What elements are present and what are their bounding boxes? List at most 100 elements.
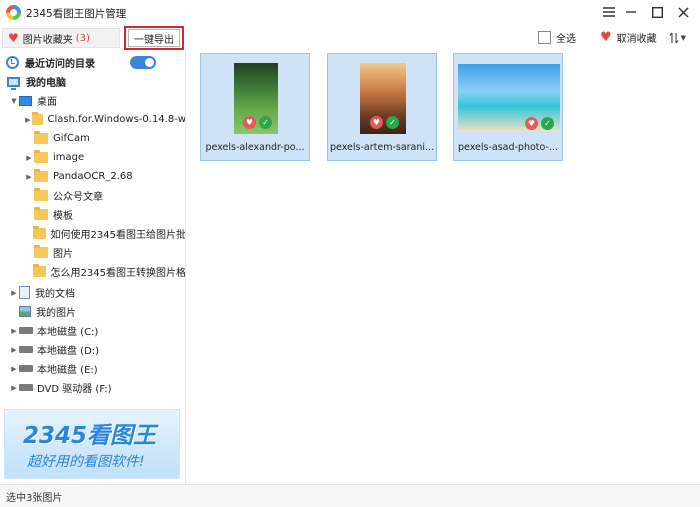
unfavorite-button[interactable]: ♥ 取消收藏: [600, 30, 657, 45]
favorites-count: (3): [75, 32, 90, 44]
desktop-label: 桌面: [37, 97, 57, 108]
export-button[interactable]: 一键导出: [128, 29, 180, 47]
picture-icon: [19, 306, 31, 317]
check-icon[interactable]: ✓: [386, 116, 399, 129]
chevron-down-icon: ▼: [680, 33, 686, 42]
ad-banner[interactable]: 2345看图王 超好用的看图软件!: [4, 409, 180, 479]
sidebar-item-recent[interactable]: 最近访问的目录: [0, 53, 185, 72]
gallery: ♥ ✓ pexels-alexandr-po... ♥ ✓ pexels-art…: [187, 51, 700, 484]
favorites-folder-button[interactable]: ♥ 图片收藏夹 (3): [2, 28, 120, 48]
folder-icon: [32, 226, 46, 239]
folder-icon: [34, 188, 48, 201]
favorite-icon[interactable]: ♥: [370, 116, 383, 129]
select-all-checkbox[interactable]: [537, 31, 551, 44]
expand-right-icon[interactable]: ▶: [9, 289, 19, 297]
photo-forest-path: [360, 63, 406, 134]
favorite-icon[interactable]: ♥: [525, 117, 538, 130]
my-documents-label: 我的文档: [35, 289, 75, 300]
expand-right-icon[interactable]: ▶: [24, 116, 32, 124]
sidebar-item-drive[interactable]: ▶ 本地磁盘 (D:): [0, 340, 185, 359]
check-icon[interactable]: ✓: [541, 117, 554, 130]
sidebar-item-drive[interactable]: ▶ 本地磁盘 (C:): [0, 321, 185, 340]
folder-label: GifCam: [53, 133, 90, 144]
folder-label: 模板: [53, 211, 73, 222]
folder-icon: [31, 112, 43, 125]
sidebar-item-folder[interactable]: ▶ PandaOCR_2.68: [0, 167, 185, 186]
status-bar: 选中3张图片: [0, 484, 700, 507]
sidebar: 最近访问的目录 我的电脑 ▼ 桌面 ▶ Clash.for.Windows-0.…: [0, 51, 186, 484]
maximize-icon[interactable]: [646, 3, 668, 21]
recent-toggle[interactable]: [130, 56, 156, 69]
favorite-icon[interactable]: ♥: [243, 116, 256, 129]
folder-icon: [32, 264, 46, 277]
app-window: 2345看图王图片管理 ♥ 图片收藏夹 (3) 一键导出 全选 ♥ 取消收藏 ▼…: [0, 0, 700, 507]
thumbnail-card[interactable]: ♥ ✓ pexels-alexandr-po...: [200, 53, 310, 161]
my-pictures-label: 我的图片: [36, 308, 76, 319]
folder-label: 公众号文章: [53, 192, 103, 203]
expand-right-icon[interactable]: ▶: [9, 384, 19, 392]
drive-label: 本地磁盘 (D:): [37, 346, 100, 357]
drive-icon: [19, 327, 33, 334]
folder-icon: [34, 245, 48, 258]
sidebar-item-drive[interactable]: ▶ 本地磁盘 (E:): [0, 359, 185, 378]
drive-label: DVD 驱动器 (F:): [37, 384, 112, 395]
expand-right-icon[interactable]: ▶: [24, 173, 34, 181]
thumbnail-caption: pexels-artem-sarani...: [330, 142, 434, 153]
dvd-drive-icon: [19, 384, 33, 391]
thumbnail-card[interactable]: ♥ ✓ pexels-asad-photo-...: [453, 53, 563, 161]
expand-down-icon[interactable]: ▼: [9, 97, 19, 105]
menu-icon[interactable]: [598, 3, 620, 21]
recent-label: 最近访问的目录: [25, 59, 95, 70]
sidebar-item-my-computer[interactable]: 我的电脑: [0, 72, 185, 91]
folder-icon: [34, 207, 48, 220]
window-title: 2345看图王图片管理: [26, 8, 127, 20]
my-computer-label: 我的电脑: [26, 78, 66, 89]
status-text: 选中3张图片: [6, 492, 63, 504]
folder-label: 如何使用2345看图王给图片批: [50, 230, 186, 241]
drive-icon: [19, 346, 33, 353]
folder-label: PandaOCR_2.68: [53, 171, 133, 182]
app-logo-icon: [6, 5, 21, 20]
check-icon[interactable]: ✓: [259, 116, 272, 129]
folder-icon: [34, 169, 48, 182]
drive-label: 本地磁盘 (C:): [37, 327, 99, 338]
sidebar-item-folder[interactable]: 怎么用2345看图王转换图片格: [0, 262, 186, 281]
unfavorite-label: 取消收藏: [616, 34, 657, 45]
sidebar-item-folder[interactable]: 如何使用2345看图王给图片批: [0, 224, 186, 243]
favorites-label: 图片收藏夹: [22, 34, 73, 46]
expand-right-icon[interactable]: ▶: [9, 327, 19, 335]
drive-icon: [19, 365, 33, 372]
ad-slogan: 超好用的看图软件!: [27, 454, 145, 470]
folder-label: image: [53, 152, 85, 163]
heart-icon: ♥: [8, 31, 19, 45]
expand-right-icon[interactable]: ▶: [9, 365, 19, 373]
title-bar: 2345看图王图片管理: [0, 0, 700, 25]
select-all[interactable]: 全选: [537, 30, 576, 45]
sidebar-item-my-documents[interactable]: ▶ 我的文档: [0, 283, 185, 302]
drive-label: 本地磁盘 (E:): [37, 365, 98, 376]
sidebar-item-my-pictures[interactable]: 我的图片: [0, 302, 185, 321]
minimize-icon[interactable]: [620, 3, 642, 21]
heart-icon: ♥: [599, 30, 612, 45]
toolbar: ♥ 图片收藏夹 (3) 一键导出 全选 ♥ 取消收藏 ▼: [0, 25, 700, 51]
sidebar-item-drive[interactable]: ▶ DVD 驱动器 (F:): [0, 378, 185, 397]
select-all-label: 全选: [555, 34, 576, 45]
expand-right-icon[interactable]: ▶: [24, 154, 34, 162]
desktop-icon: [19, 95, 32, 106]
sidebar-item-folder[interactable]: 模板: [0, 205, 185, 224]
clock-icon: [6, 56, 19, 69]
sidebar-item-folder[interactable]: ▶ image: [0, 148, 185, 167]
expand-right-icon[interactable]: ▶: [9, 346, 19, 354]
sidebar-item-folder[interactable]: GifCam: [0, 129, 185, 148]
thumbnail-caption: pexels-asad-photo-...: [457, 142, 558, 153]
sidebar-item-folder[interactable]: 公众号文章: [0, 186, 185, 205]
sidebar-item-folder[interactable]: ▶ Clash.for.Windows-0.14.8-w: [0, 110, 185, 129]
close-icon[interactable]: [672, 3, 694, 21]
thumbnail-card[interactable]: ♥ ✓ pexels-artem-sarani...: [327, 53, 437, 161]
sidebar-item-desktop[interactable]: ▼ 桌面: [0, 91, 185, 110]
sort-button[interactable]: ▼: [669, 32, 686, 44]
folder-icon: [34, 150, 48, 163]
folder-label: 怎么用2345看图王转换图片格: [50, 268, 186, 279]
folder-icon: [34, 131, 48, 144]
sidebar-item-folder[interactable]: 图片: [0, 243, 185, 262]
